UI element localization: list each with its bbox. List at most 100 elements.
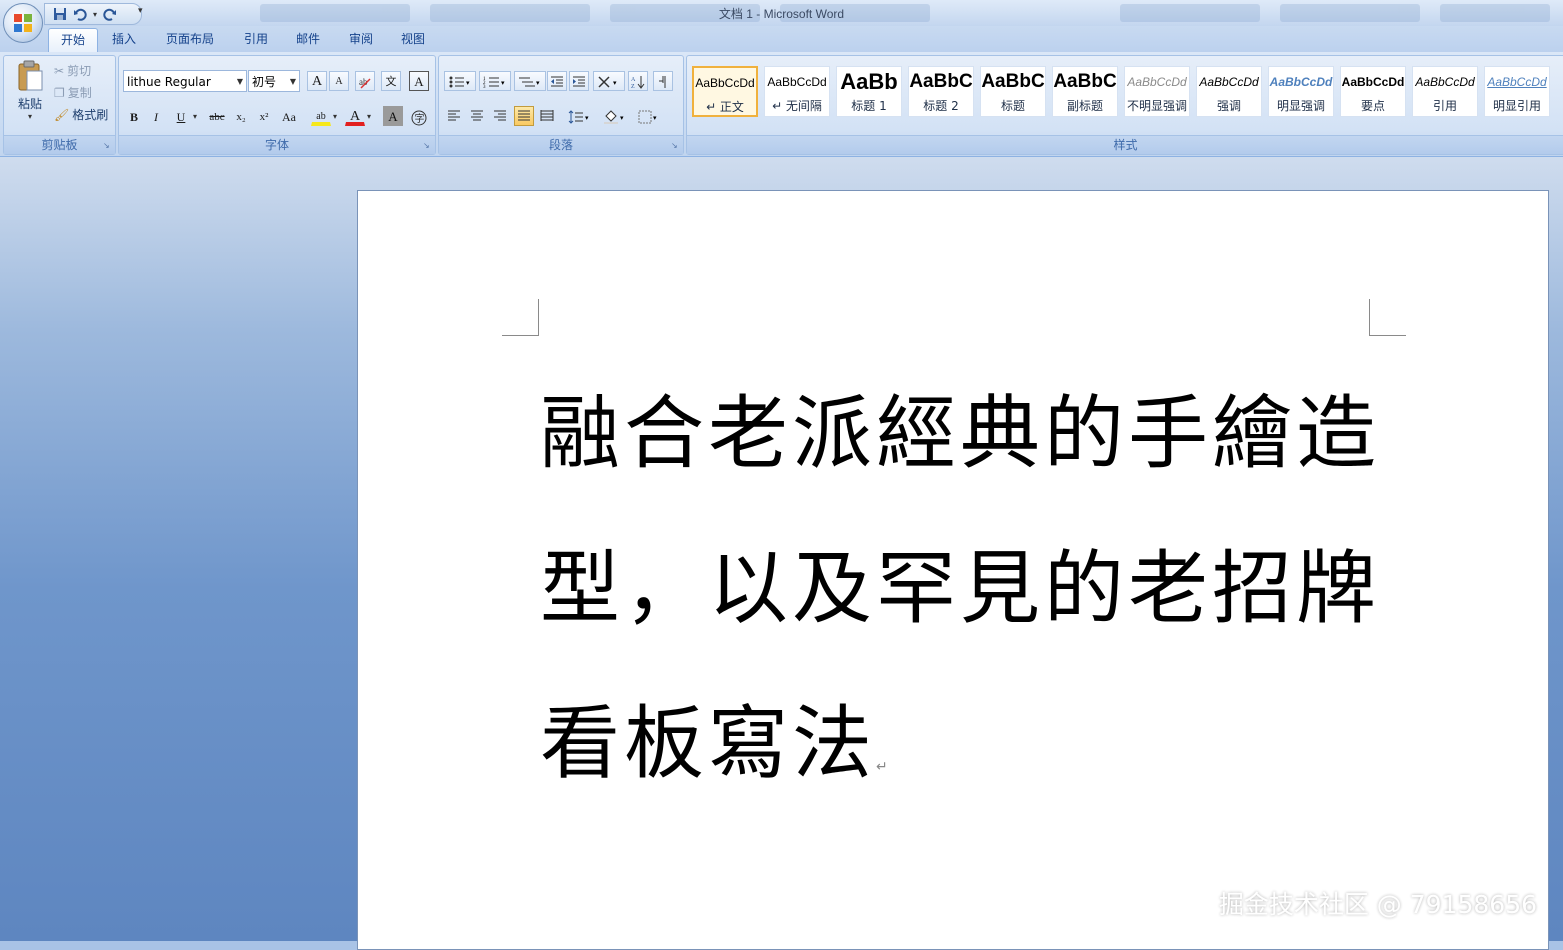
underline-button[interactable]: U (171, 106, 191, 126)
tab-home[interactable]: 开始 (48, 28, 98, 52)
copy-button[interactable]: ❐ 复制 (54, 84, 92, 101)
distributed-button[interactable] (537, 106, 557, 126)
style-no-spacing[interactable]: AaBbCcDd ↵ 无间隔 (764, 66, 830, 117)
style-normal[interactable]: AaBbCcDd ↵ 正文 (692, 66, 758, 117)
font-color-dropdown-icon[interactable]: ▾ (367, 112, 371, 121)
subscript-button[interactable]: x₂ (231, 106, 251, 126)
tab-view[interactable]: 视图 (393, 28, 433, 51)
justify-button[interactable] (514, 106, 534, 126)
font-dialog-launcher-icon[interactable]: ↘ (423, 141, 432, 150)
chevron-down-icon: ▼ (236, 77, 243, 86)
tab-insert[interactable]: 插入 (104, 28, 144, 51)
chinese-layout-button[interactable]: ▾ (593, 71, 625, 91)
office-logo-icon (14, 14, 32, 32)
font-name-value: lithue Regular (127, 75, 211, 89)
tab-review[interactable]: 审阅 (341, 28, 381, 51)
numbering-button[interactable]: 1 2 3 ▾ (479, 71, 511, 91)
font-size-combobox[interactable]: 初号 ▼ (248, 70, 300, 92)
watermark: 掘金技术社区 @ 79158656 (1218, 890, 1537, 919)
italic-button[interactable]: I (146, 106, 166, 126)
clear-formatting-button[interactable]: ab (355, 71, 375, 91)
tab-page-layout[interactable]: 页面布局 (158, 28, 222, 51)
style-subtle-emphasis[interactable]: AaBbCcDd 不明显强调 (1124, 66, 1190, 117)
decrease-indent-icon (551, 76, 563, 87)
office-button[interactable] (3, 3, 43, 43)
shrink-font-button[interactable]: A (329, 71, 349, 91)
format-painter-button[interactable]: 🖌 格式刷 (54, 106, 108, 123)
align-right-button[interactable] (490, 106, 510, 126)
font-group: lithue Regular ▼ 初号 ▼ A A ab 文 A B I U ▾… (118, 55, 436, 155)
paragraph-mark-icon (659, 76, 666, 88)
paragraph-mark: ↵ (876, 759, 888, 775)
clipboard-group: 粘贴 ▾ ✂ 剪切 ❐ 复制 🖌 格式刷 剪贴板 ↘ (3, 55, 116, 155)
bold-button[interactable]: B (124, 106, 144, 126)
grow-font-button[interactable]: A (307, 71, 327, 91)
style-name: ↵ 无间隔 (772, 99, 822, 113)
numbering-icon: 123▾ (483, 77, 505, 89)
underline-dropdown-icon[interactable]: ▾ (193, 112, 197, 121)
style-sample: AaBbCcDd (1341, 75, 1405, 89)
show-marks-button[interactable] (653, 71, 673, 91)
tab-mailings[interactable]: 邮件 (288, 28, 328, 51)
window-title: 文档 1 - Microsoft Word (718, 7, 845, 21)
clear-formatting-icon: ab (359, 77, 371, 89)
svg-text:▾: ▾ (536, 79, 540, 87)
style-name: ↵ 正文 (706, 100, 744, 114)
multilevel-list-button[interactable]: ▾ (514, 71, 546, 91)
paste-icon (18, 60, 43, 91)
font-color-button[interactable]: A (345, 106, 365, 126)
svg-text:▾: ▾ (613, 79, 617, 87)
align-left-button[interactable] (444, 106, 464, 126)
phonetic-guide-button[interactable]: 文 (381, 71, 401, 91)
strikethrough-button[interactable]: abc (205, 106, 229, 126)
increase-indent-icon (573, 76, 585, 87)
svg-text:3: 3 (483, 85, 486, 89)
bullets-button[interactable]: ▾ (444, 71, 476, 91)
highlight-dropdown-icon[interactable]: ▾ (333, 112, 337, 121)
cut-label: 剪切 (67, 64, 92, 78)
style-sample: AaBbCcDd (1487, 75, 1547, 89)
paste-label: 粘贴 (17, 97, 42, 111)
font-name-combobox[interactable]: lithue Regular ▼ (123, 70, 247, 92)
superscript-button[interactable]: x² (254, 106, 274, 126)
sort-button[interactable]: AZ (628, 71, 648, 91)
crop-mark-top-right (1369, 299, 1406, 336)
style-heading-1[interactable]: AaBb 标题 1 (836, 66, 902, 117)
increase-indent-button[interactable] (569, 71, 589, 91)
style-subtitle[interactable]: AaBbC 副标题 (1052, 66, 1118, 117)
highlight-color-button[interactable]: ab (311, 106, 331, 126)
character-border-button[interactable]: A (409, 71, 429, 91)
clipboard-dialog-launcher-icon[interactable]: ↘ (103, 141, 112, 150)
borders-button[interactable]: ▾ (635, 106, 663, 126)
style-quote[interactable]: AaBbCcDd 引用 (1412, 66, 1478, 117)
style-sample: AaBbCcDd (695, 76, 755, 90)
style-heading-2[interactable]: AaBbC 标题 2 (908, 66, 974, 117)
document-body-text[interactable]: 融合老派經典的手繪造型，以及罕見的老招牌看板寫法↵ (540, 356, 1400, 845)
character-shading-button[interactable]: A (383, 106, 403, 126)
style-intense-quote[interactable]: AaBbCcDd 明显引用 (1484, 66, 1550, 117)
line-spacing-button[interactable]: ▾ (565, 106, 595, 126)
paste-dropdown-icon[interactable]: ▾ (12, 112, 48, 121)
copy-icon: ❐ (54, 85, 65, 100)
svg-text:▾: ▾ (620, 114, 624, 122)
paste-button[interactable]: 粘贴 ▾ (12, 60, 48, 130)
crop-mark-top-left (502, 299, 539, 336)
tab-references[interactable]: 引用 (236, 28, 276, 51)
style-sample: AaBbCcDd (1415, 75, 1475, 89)
paragraph-dialog-launcher-icon[interactable]: ↘ (671, 141, 680, 150)
svg-text:▾: ▾ (501, 79, 505, 87)
enclose-characters-button[interactable]: 字 (409, 106, 429, 126)
cut-button[interactable]: ✂ 剪切 (54, 62, 91, 79)
style-emphasis[interactable]: AaBbCcDd 强调 (1196, 66, 1262, 117)
document-page[interactable]: 融合老派經典的手繪造型，以及罕見的老招牌看板寫法↵ (357, 190, 1549, 950)
shading-button[interactable]: ▾ (599, 106, 631, 126)
decrease-indent-button[interactable] (547, 71, 567, 91)
paragraph-group-label: 段落 (439, 135, 683, 154)
style-strong[interactable]: AaBbCcDd 要点 (1340, 66, 1406, 117)
change-case-button[interactable]: Aa (277, 106, 301, 126)
style-intense-emphasis[interactable]: AaBbCcDd 明显强调 (1268, 66, 1334, 117)
justify-icon (518, 110, 530, 121)
align-center-button[interactable] (467, 106, 487, 126)
style-title[interactable]: AaBbC 标题 (980, 66, 1046, 117)
style-sample: AaBbCcDd (1127, 75, 1187, 89)
